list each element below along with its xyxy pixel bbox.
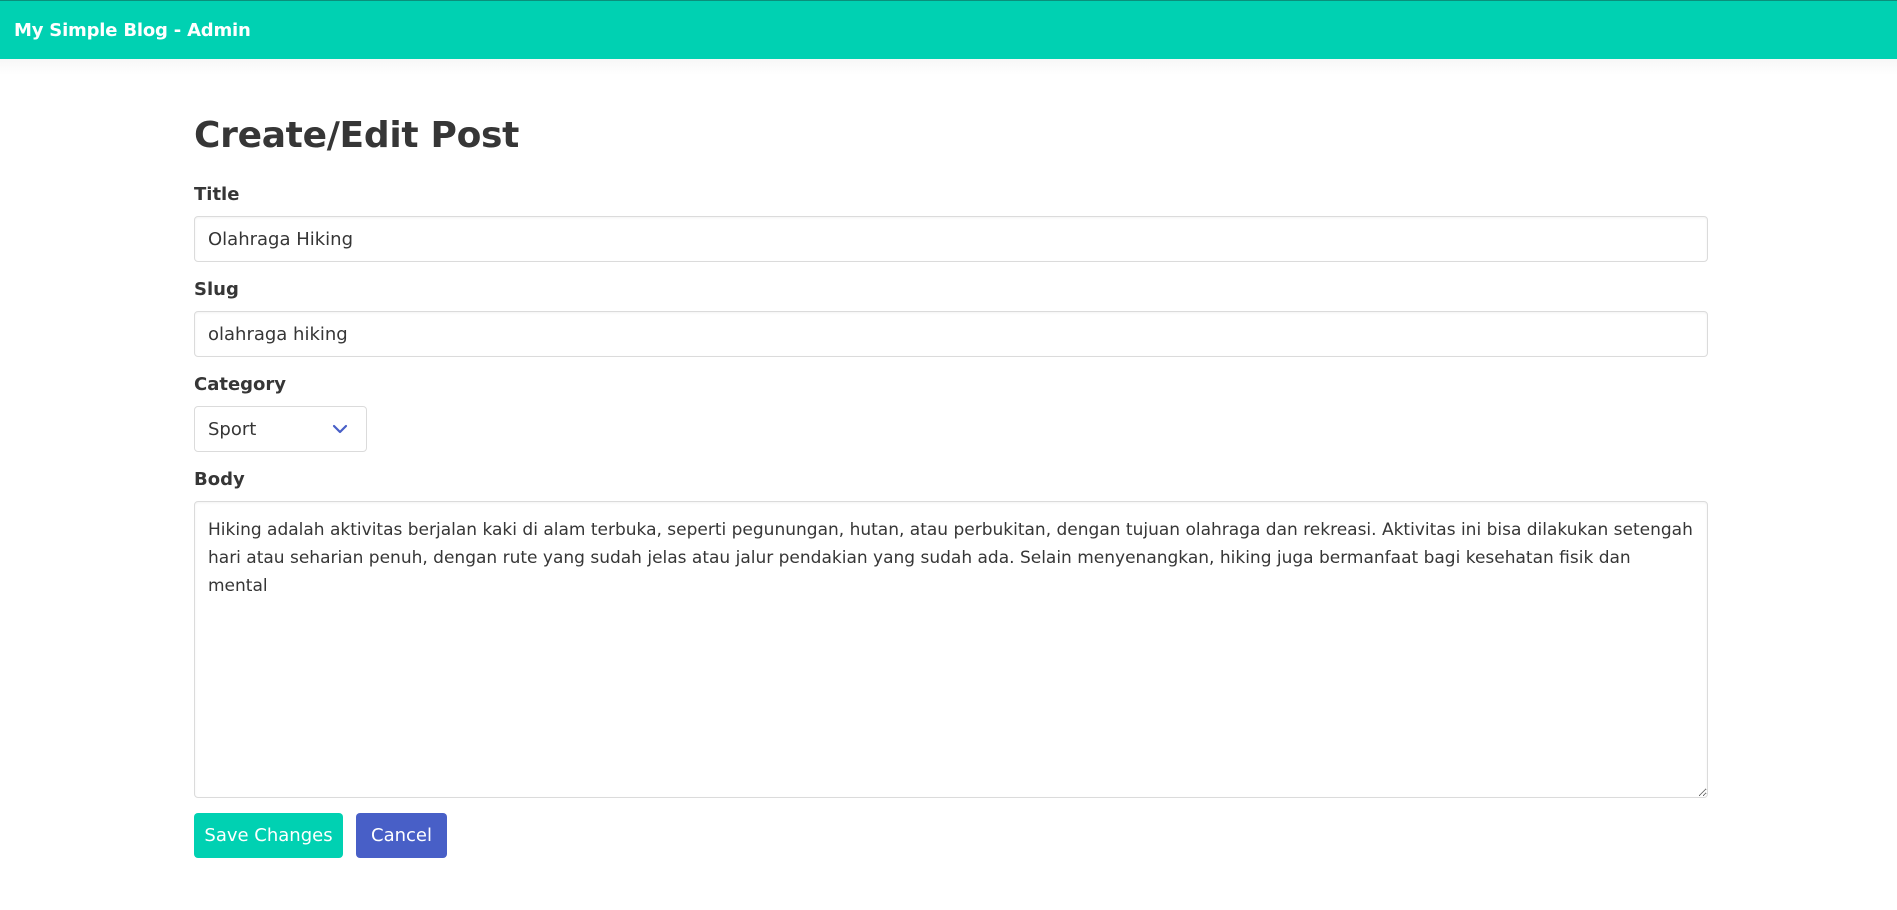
- slug-label: Slug: [194, 279, 239, 300]
- cancel-button[interactable]: Cancel: [356, 813, 447, 858]
- slug-field: Slug: [194, 279, 1708, 357]
- category-label: Category: [194, 374, 287, 395]
- navbar-brand[interactable]: My Simple Blog - Admin: [14, 20, 251, 41]
- body-textarea[interactable]: Hiking adalah aktivitas berjalan kaki di…: [194, 501, 1708, 798]
- category-select[interactable]: Sport: [194, 406, 367, 452]
- save-button[interactable]: Save Changes: [194, 813, 343, 858]
- title-input[interactable]: [194, 216, 1708, 262]
- category-field: Category Sport: [194, 374, 1708, 452]
- chevron-down-icon: [332, 424, 348, 434]
- navbar: My Simple Blog - Admin: [0, 0, 1897, 59]
- post-form: Create/Edit Post Title Slug Category Spo…: [194, 110, 1708, 858]
- title-label: Title: [194, 184, 240, 205]
- slug-input[interactable]: [194, 311, 1708, 357]
- navbar-shadow: [0, 59, 1897, 75]
- form-actions: Save Changes Cancel: [194, 813, 1708, 858]
- body-field: Body Hiking adalah aktivitas berjalan ka…: [194, 469, 1708, 802]
- page-title: Create/Edit Post: [194, 115, 520, 156]
- category-selected-value: Sport: [208, 418, 257, 440]
- title-field: Title: [194, 184, 1708, 262]
- body-label: Body: [194, 469, 245, 490]
